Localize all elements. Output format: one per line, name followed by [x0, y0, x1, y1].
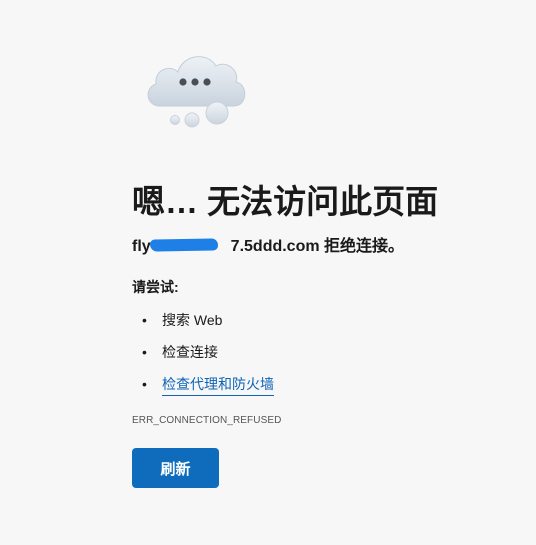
cloud-with-ellipsis-icon — [140, 44, 252, 134]
suggestion-search-web: 搜索 Web — [162, 312, 223, 328]
host-name: fly 7.5ddd.com — [132, 236, 320, 258]
redaction-mark — [149, 238, 219, 252]
bullet: • — [142, 312, 147, 328]
try-label: 请尝试: — [132, 279, 179, 295]
suggestion-check-connection: 检查连接 — [162, 344, 218, 360]
error-page: 嗯… 无法访问此页面 fly 7.5ddd.com 拒绝连接。 请尝试: • 搜索… — [0, 0, 536, 545]
refused-text: 拒绝连接。 — [319, 238, 405, 255]
page-title: 嗯… 无法访问此页面 — [132, 183, 439, 220]
bullet: • — [142, 376, 147, 392]
error-code: ERR_CONNECTION_REFUSED — [132, 415, 282, 426]
host-suffix: 7.5ddd.com — [230, 238, 320, 255]
check-proxy-firewall-link[interactable]: 检查代理和防火墙 — [162, 373, 274, 396]
refresh-button[interactable]: 刷新 — [132, 448, 219, 488]
bullet: • — [142, 344, 147, 360]
connection-refused-message: fly 7.5ddd.com 拒绝连接。 — [132, 236, 404, 258]
host-prefix: fly — [132, 238, 151, 255]
